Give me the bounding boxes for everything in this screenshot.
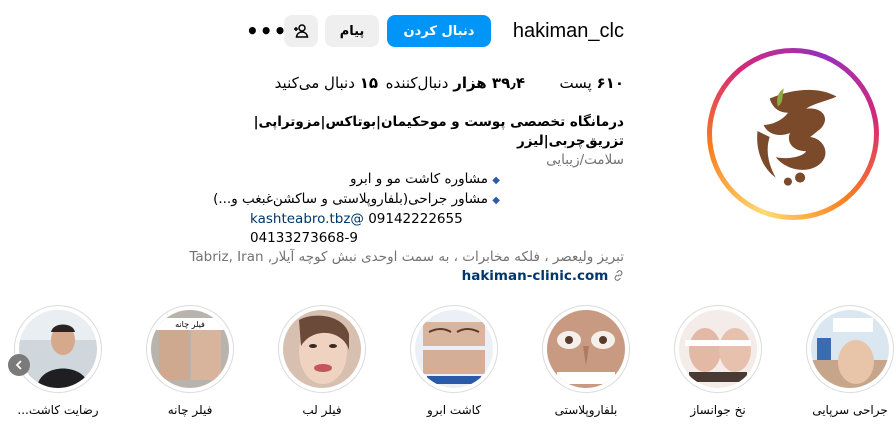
profile-category: سلامت/زیبایی: [546, 152, 624, 168]
highlight-label: نخ جوانساز: [690, 403, 746, 417]
followers-count: ۳۹٫۴ هزار: [453, 74, 525, 92]
diamond-icon: ◆: [492, 175, 500, 186]
highlight-label: فیلر چانه: [167, 403, 213, 417]
profile-address: تبریز ولیعصر ، فلکه مخابرات ، به سمت اوح…: [189, 249, 624, 265]
message-button[interactable]: پیام: [325, 15, 379, 47]
profile-website[interactable]: hakiman-clinic.com: [204, 267, 624, 286]
stat-followers[interactable]: ۳۹٫۴ هزار دنبال‌کننده: [386, 74, 525, 92]
highlight-item[interactable]: کاشت ابرو: [410, 305, 498, 417]
story-highlights: جراحی سرپایی نخ جوانساز بلفاروپلاستی کاش…: [0, 305, 896, 427]
highlight-item[interactable]: فیلر چانه فیلر چانه: [146, 305, 234, 417]
following-label: دنبال می‌کنید: [274, 74, 355, 92]
phone-number-2-text: 04133273668-9: [250, 230, 358, 246]
highlight-label: بلفاروپلاستی: [554, 403, 618, 417]
highlight-label: کاشت ابرو: [426, 403, 482, 417]
link-icon: [614, 270, 623, 281]
highlight-item[interactable]: نخ جوانساز: [674, 305, 762, 417]
more-options-button[interactable]: •••: [246, 20, 286, 42]
bio-line-1: ◆ مشاوره کاشت مو و ابرو: [204, 170, 624, 190]
clinic-logo: [717, 58, 869, 210]
highlight-label: رضایت کاشت...: [17, 403, 99, 417]
highlight-item[interactable]: جراحی سرپایی: [806, 305, 894, 417]
posts-count: ۶۱۰: [596, 74, 624, 92]
phone-number-1: 09142222655: [368, 211, 463, 227]
bio-contact-line: kashteabro.tbz@ 09142222655: [204, 210, 624, 229]
highlight-thumbnail: [679, 310, 757, 388]
highlight-label: جراحی سرپایی: [812, 403, 888, 417]
highlight-item[interactable]: فیلر لب: [278, 305, 366, 417]
profile-bio: درمانگاه تخصصی پوست و موحکیمان|بوتاکس|مز…: [189, 113, 624, 286]
bio-line-2: ◆ مشاور جراحی(بلفاروپلاستی و ساکشن‌غبغب …: [204, 190, 624, 210]
phone-number-2: 04133273668-9: [204, 229, 624, 248]
email-handle: kashteabro.tbz@: [250, 211, 364, 227]
person-add-icon: [294, 24, 309, 38]
following-count: ۱۵: [359, 74, 378, 92]
stat-following[interactable]: ۱۵ دنبال می‌کنید: [275, 74, 378, 92]
highlight-label: فیلر لب: [302, 403, 342, 417]
posts-label: پست: [559, 74, 592, 92]
bio-line-1-text: مشاوره کاشت مو و ابرو: [350, 171, 488, 187]
diamond-icon: ◆: [492, 195, 500, 206]
bio-line-2-text: مشاور جراحی(بلفاروپلاستی و ساکشن‌غبغب و.…: [213, 191, 488, 207]
website-link-text: hakiman-clinic.com: [461, 268, 609, 284]
follow-button[interactable]: دنبال کردن: [387, 15, 491, 47]
highlight-thumbnail: [19, 310, 97, 388]
profile-name: درمانگاه تخصصی پوست و موحکیمان|بوتاکس|مز…: [253, 114, 624, 149]
highlight-thumbnail: [811, 310, 889, 388]
highlight-overlay-text: فیلر چانه: [175, 320, 205, 329]
highlight-thumbnail: [547, 310, 625, 388]
chevron-left-icon: [15, 360, 22, 370]
stat-posts: ۶۱۰ پست: [559, 74, 624, 92]
followers-label: دنبال‌کننده: [385, 74, 449, 92]
highlights-prev-button[interactable]: [8, 354, 30, 376]
profile-username: hakiman_clc: [512, 20, 624, 42]
highlight-thumbnail: [415, 310, 493, 388]
highlight-thumbnail: فیلر چانه: [151, 310, 229, 388]
profile-avatar[interactable]: [707, 48, 879, 220]
highlight-thumbnail: [283, 310, 361, 388]
suggest-accounts-button[interactable]: [284, 15, 318, 47]
highlight-item[interactable]: بلفاروپلاستی: [542, 305, 630, 417]
